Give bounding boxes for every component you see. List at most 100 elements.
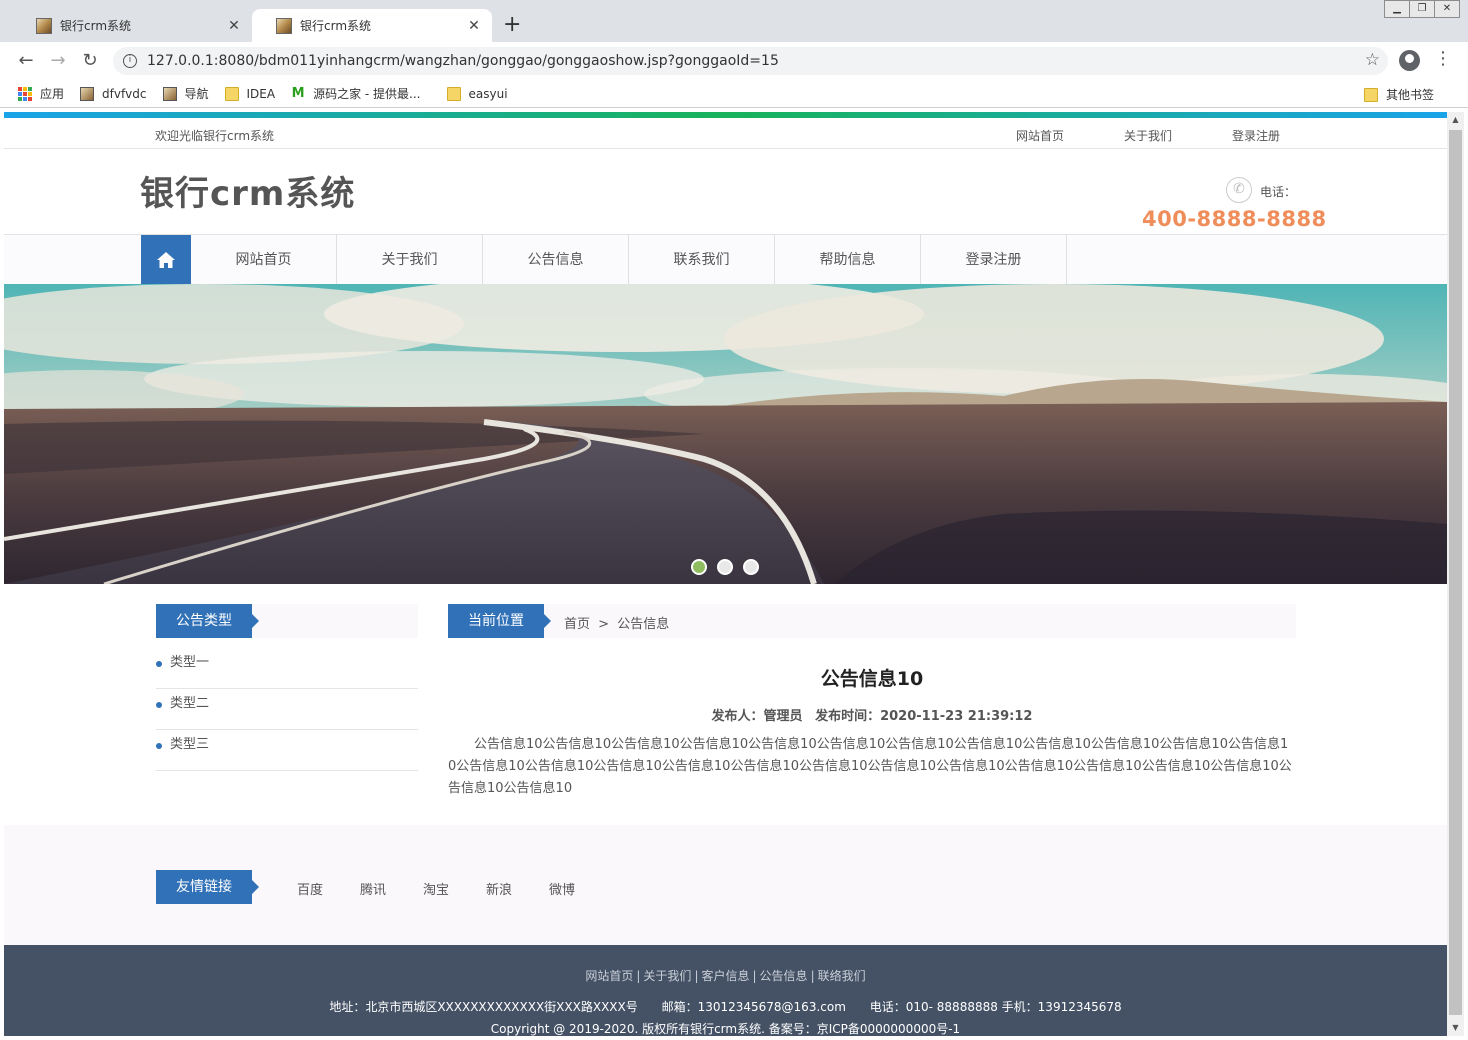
forward-arrow-icon[interactable]: → (45, 48, 71, 74)
folder-icon (446, 86, 461, 101)
bookmark-idea[interactable]: IDEA (224, 86, 275, 101)
breadcrumb-bar: 当前位置 首页 > 公告信息 (448, 604, 1296, 638)
scroll-down-icon[interactable]: ▼ (1447, 1020, 1464, 1036)
article-body: 公告信息10公告信息10公告信息10公告信息10公告信息10公告信息10公告信息… (448, 737, 1292, 796)
bookmark-star-icon[interactable]: ☆ (1365, 50, 1380, 70)
phone-label: 电话： (1260, 185, 1297, 199)
footer-link[interactable]: 公告信息 (760, 969, 808, 983)
footer-copyright: Copyright @ 2019-2020. 版权所有银行crm系统. 备案号：… (490, 1022, 961, 1036)
m-logo-icon: M (291, 85, 306, 101)
folder-icon (224, 86, 239, 101)
page-favicon-icon (162, 86, 177, 101)
site-info-icon[interactable]: i (123, 54, 137, 68)
notice-type-sidebar: 公告类型 类型一 类型二 类型三 (156, 604, 418, 771)
reload-icon[interactable]: ↻ (77, 48, 103, 74)
breadcrumb-home[interactable]: 首页 (564, 617, 590, 632)
nav-item-help[interactable]: 帮助信息 (775, 235, 921, 285)
footer-link[interactable]: 关于我们 (643, 969, 691, 983)
type-item[interactable]: 类型二 (156, 689, 418, 730)
nav-items: 网站首页 关于我们 公告信息 联系我们 帮助信息 登录注册 (191, 235, 1067, 285)
site-header: 银行crm系统 ✆ 电话： 400-8888-8888 (4, 149, 1447, 235)
nav-item-login[interactable]: 登录注册 (921, 235, 1067, 285)
browser-tab-active[interactable]: 银行crm系统 ✕ (252, 9, 492, 42)
bookmark-label: 源码之家 - 提供最... (313, 87, 421, 101)
browser-tab[interactable]: 银行crm系统 ✕ (12, 9, 252, 42)
close-tab-icon[interactable]: ✕ (466, 18, 482, 34)
bookmark-nav[interactable]: 导航 (162, 85, 209, 102)
bookmark-label: 应用 (40, 87, 65, 101)
apps-grid-icon (18, 86, 32, 101)
top-link-home[interactable]: 网站首页 (1016, 127, 1124, 144)
carousel-dot[interactable] (691, 559, 707, 575)
article-publish-time: 发布时间：2020-11-23 21:39:12 (815, 709, 1033, 724)
footer-contact: 地址：北京市西城区XXXXXXXXXXXXX街XXX路XXXX号 邮箱：1301… (4, 998, 1447, 1015)
friend-link[interactable]: 新浪 (486, 879, 549, 898)
back-arrow-icon[interactable]: ← (13, 48, 39, 74)
type-item[interactable]: 类型一 (156, 648, 418, 689)
top-bar: 欢迎光临银行crm系统 网站首页 关于我们 登录注册 (4, 118, 1447, 149)
footer-link[interactable]: 联络我们 (818, 969, 866, 983)
browser-menu-icon[interactable]: ⋮ (1434, 48, 1452, 69)
friend-link[interactable]: 百度 (297, 879, 360, 898)
bookmarks-bar: 应用 dfvfvdc 导航 IDEA M 源码之家 - 提供最... easyu… (0, 80, 1468, 108)
welcome-text: 欢迎光临银行crm系统 (155, 129, 275, 143)
minimize-icon[interactable]: ▁ (1384, 0, 1410, 18)
carousel-dot[interactable] (743, 559, 759, 575)
site-title: 银行crm系统 (140, 174, 356, 214)
type-item[interactable]: 类型三 (156, 730, 418, 771)
location-label: 当前位置 (448, 604, 551, 638)
bookmark-apps[interactable]: 应用 (18, 85, 64, 102)
home-button[interactable] (141, 235, 191, 285)
friend-links: 百度 腾讯 淘宝 新浪 微博 (297, 879, 612, 898)
page-scrollbar[interactable]: ▲ ▼ (1447, 112, 1464, 1036)
article-title: 公告信息10 (820, 668, 924, 690)
bookmark-label: 导航 (184, 87, 209, 101)
page-viewport: 欢迎光临银行crm系统 网站首页 关于我们 登录注册 银行crm系统 ✆ 电话：… (4, 112, 1447, 1036)
bookmark-other[interactable]: 其他书签 (1363, 86, 1434, 103)
hero-banner (4, 284, 1447, 584)
footer-address: 地址：北京市西城区XXXXXXXXXXXXX街XXX路XXXX号 (329, 1000, 638, 1014)
close-window-icon[interactable]: ✕ (1434, 0, 1460, 18)
nav-item-notices[interactable]: 公告信息 (483, 235, 629, 285)
carousel-dots (691, 559, 759, 575)
page-favicon-icon (36, 17, 52, 34)
breadcrumb-current[interactable]: 公告信息 (617, 617, 669, 632)
friend-links-heading: 友情链接 (156, 870, 259, 904)
new-tab-icon[interactable]: + (503, 14, 521, 36)
nav-item-about[interactable]: 关于我们 (337, 235, 483, 285)
address-bar[interactable]: i 127.0.0.1:8080/bdm011yinhangcrm/wangzh… (113, 47, 1388, 75)
bookmark-dfvfvdc[interactable]: dfvfvdc (80, 86, 147, 101)
carousel-dot[interactable] (717, 559, 733, 575)
top-link-login[interactable]: 登录注册 (1232, 127, 1340, 144)
footer-link[interactable]: 网站首页 (585, 969, 633, 983)
browser-tab-bar: 银行crm系统 ✕ 银行crm系统 ✕ + ▁ ❐ ✕ (0, 0, 1468, 42)
friend-link[interactable]: 淘宝 (423, 879, 486, 898)
profile-avatar-icon[interactable] (1399, 50, 1420, 71)
restore-icon[interactable]: ❐ (1409, 0, 1435, 18)
breadcrumb: 首页 > 公告信息 (564, 613, 669, 632)
site-footer: 网站首页 | 关于我们 | 客户信息 | 公告信息 | 联络我们 地址：北京市西城区XXXXXX… (4, 945, 1447, 1036)
nav-item-home[interactable]: 网站首页 (191, 235, 337, 285)
nav-item-contact[interactable]: 联系我们 (629, 235, 775, 285)
bookmark-label: dfvfvdc (102, 86, 147, 101)
home-icon (157, 252, 175, 268)
tab-title: 银行crm系统 (60, 19, 132, 33)
window-controls: ▁ ❐ ✕ (1384, 0, 1460, 18)
footer-email: 邮箱：13012345678@163.com (661, 1000, 846, 1014)
bookmark-label: easyui (468, 86, 508, 101)
notice-article: 当前位置 首页 > 公告信息 公告信息10 发布人：管理员 发布时间：2020-… (448, 604, 1296, 800)
url-text[interactable]: 127.0.0.1:8080/bdm011yinhangcrm/wangzhan… (147, 53, 779, 69)
scroll-up-icon[interactable]: ▲ (1447, 112, 1464, 128)
bookmark-source-home[interactable]: M 源码之家 - 提供最... (291, 85, 421, 102)
bookmark-label: 其他书签 (1385, 88, 1434, 102)
top-links: 网站首页 关于我们 登录注册 (1016, 127, 1340, 144)
footer-link[interactable]: 客户信息 (701, 969, 749, 983)
top-link-about[interactable]: 关于我们 (1124, 127, 1232, 144)
scroll-thumb[interactable] (1449, 130, 1462, 1015)
footer-links: 网站首页 | 关于我们 | 客户信息 | 公告信息 | 联络我们 (585, 969, 866, 983)
bookmark-easyui[interactable]: easyui (446, 86, 508, 101)
friend-link[interactable]: 微博 (549, 879, 612, 898)
friend-link[interactable]: 腾讯 (360, 879, 423, 898)
close-tab-icon[interactable]: ✕ (226, 18, 242, 34)
friend-links-section: 友情链接 百度 腾讯 淘宝 新浪 微博 (4, 825, 1447, 945)
